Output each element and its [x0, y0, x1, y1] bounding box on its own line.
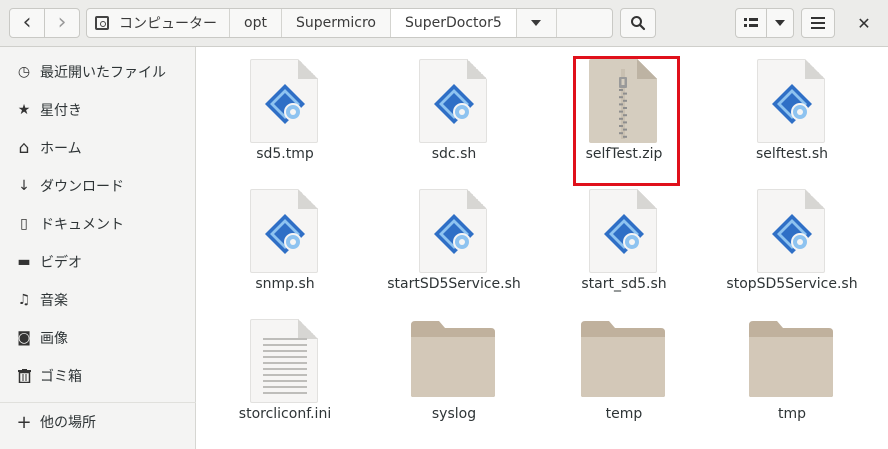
file-name-label: startSD5Service.sh	[387, 276, 521, 292]
file-item[interactable]: start_sd5.sh	[539, 181, 709, 306]
sidebar-item-label: 音楽	[40, 293, 68, 309]
hamburger-menu-icon	[811, 17, 825, 29]
sidebar-item-label: 画像	[40, 331, 68, 347]
plus-icon: +	[16, 411, 32, 433]
header-bar: ‹ › コンピューター opt Supermicro SuperDoctor5	[0, 0, 888, 47]
chevron-left-icon: ‹	[22, 10, 32, 35]
file-name-label: tmp	[777, 406, 806, 422]
file-item[interactable]: selftest.sh	[707, 51, 877, 176]
file-name-label: stopSD5Service.sh	[726, 276, 858, 292]
chevron-right-icon: ›	[57, 10, 67, 35]
sidebar-item-recent[interactable]: ◷ 最近開いたファイル	[0, 55, 196, 89]
sidebar-item-documents[interactable]: ▯ ドキュメント	[0, 207, 196, 241]
back-button[interactable]: ‹	[9, 8, 45, 38]
video-icon: ▬	[17, 254, 31, 270]
trash-icon	[16, 368, 32, 384]
path-crumb-label: Supermicro	[295, 15, 376, 31]
path-crumb-computer[interactable]: コンピューター	[87, 9, 230, 37]
file-item[interactable]: tmp	[707, 311, 877, 436]
file-name-label: storcliconf.ini	[238, 406, 332, 422]
list-view-icon	[744, 18, 758, 27]
file-item[interactable]: temp	[539, 311, 709, 436]
script-file-icon	[757, 59, 825, 143]
view-options-button[interactable]	[766, 8, 794, 38]
path-crumb-superdoctor5[interactable]: SuperDoctor5	[390, 9, 517, 37]
sidebar-item-label: 星付き	[40, 103, 82, 119]
sidebar-item-label: ホーム	[40, 141, 82, 157]
annotation-highlight-box	[573, 56, 680, 186]
script-file-icon	[757, 189, 825, 273]
path-bar: コンピューター opt Supermicro SuperDoctor5	[86, 8, 613, 38]
clock-icon: ◷	[17, 64, 31, 80]
sidebar-item-label: ドキュメント	[40, 217, 124, 233]
file-name-label: snmp.sh	[255, 276, 315, 292]
script-file-icon	[419, 189, 487, 273]
sidebar-item-pictures[interactable]: ◙ 画像	[0, 321, 196, 355]
path-spacer	[557, 9, 612, 37]
view-toggle-button[interactable]	[735, 8, 767, 38]
path-crumb-label: opt	[244, 15, 267, 31]
folder-icon	[747, 319, 835, 399]
file-item[interactable]: sdc.sh	[369, 51, 539, 176]
main-menu-button[interactable]	[801, 8, 835, 38]
path-menu-button[interactable]	[517, 9, 557, 37]
folder-icon	[409, 319, 497, 399]
sidebar-item-trash[interactable]: ゴミ箱	[0, 359, 196, 393]
download-icon: ↓	[18, 178, 30, 194]
sidebar-item-label: 他の場所	[40, 415, 96, 431]
text-file-icon	[250, 319, 318, 403]
search-icon	[631, 16, 646, 31]
file-item[interactable]: startSD5Service.sh	[369, 181, 539, 306]
sidebar-item-label: ビデオ	[40, 255, 82, 271]
sidebar-item-other-locations[interactable]: + 他の場所	[0, 405, 196, 439]
file-name-label: start_sd5.sh	[581, 276, 667, 292]
sidebar-divider	[0, 402, 196, 403]
forward-button[interactable]: ›	[44, 8, 80, 38]
script-file-icon	[419, 59, 487, 143]
sidebar-item-music[interactable]: ♫ 音楽	[0, 283, 196, 317]
sidebar-item-downloads[interactable]: ↓ ダウンロード	[0, 169, 196, 203]
sidebar-item-label: 最近開いたファイル	[40, 65, 166, 81]
sidebar-item-home[interactable]: ⌂ ホーム	[0, 131, 196, 165]
file-name-label: selftest.sh	[756, 146, 828, 162]
file-item[interactable]: snmp.sh	[200, 181, 370, 306]
chevron-down-icon	[775, 20, 785, 26]
file-name-label: syslog	[431, 406, 477, 422]
file-name-label: temp	[605, 406, 643, 422]
close-icon: ✕	[857, 13, 871, 33]
file-name-label: sd5.tmp	[256, 146, 314, 162]
script-file-icon	[589, 189, 657, 273]
sidebar: ◷ 最近開いたファイル ★ 星付き ⌂ ホーム ↓ ダウンロード ▯ ドキュメン…	[0, 47, 196, 449]
drive-icon	[95, 16, 109, 30]
sidebar-item-label: ダウンロード	[40, 179, 124, 195]
sidebar-item-starred[interactable]: ★ 星付き	[0, 93, 196, 127]
script-file-icon	[250, 189, 318, 273]
file-item[interactable]: sd5.tmp	[200, 51, 370, 176]
path-crumb-supermicro[interactable]: Supermicro	[282, 9, 391, 37]
path-crumb-opt[interactable]: opt	[230, 9, 282, 37]
file-name-label: sdc.sh	[431, 146, 477, 162]
document-icon: ▯	[20, 216, 28, 232]
chevron-down-icon	[531, 20, 542, 26]
sidebar-item-label: ゴミ箱	[40, 369, 82, 385]
close-button[interactable]: ✕	[851, 10, 877, 36]
search-button[interactable]	[620, 8, 656, 38]
file-item[interactable]: stopSD5Service.sh	[707, 181, 877, 306]
camera-icon: ◙	[17, 330, 31, 346]
sidebar-item-videos[interactable]: ▬ ビデオ	[0, 245, 196, 279]
file-item[interactable]: storcliconf.ini	[200, 311, 370, 436]
star-icon: ★	[17, 102, 31, 118]
home-icon: ⌂	[18, 138, 30, 158]
folder-icon	[579, 319, 667, 399]
script-file-icon	[250, 59, 318, 143]
file-grid: sd5.tmp sdc.sh selfTest.zip selftest.sh s…	[197, 47, 888, 449]
music-icon: ♫	[17, 292, 31, 308]
path-crumb-label: SuperDoctor5	[404, 15, 502, 31]
file-item[interactable]: syslog	[369, 311, 539, 436]
path-crumb-label: コンピューター	[119, 16, 217, 32]
